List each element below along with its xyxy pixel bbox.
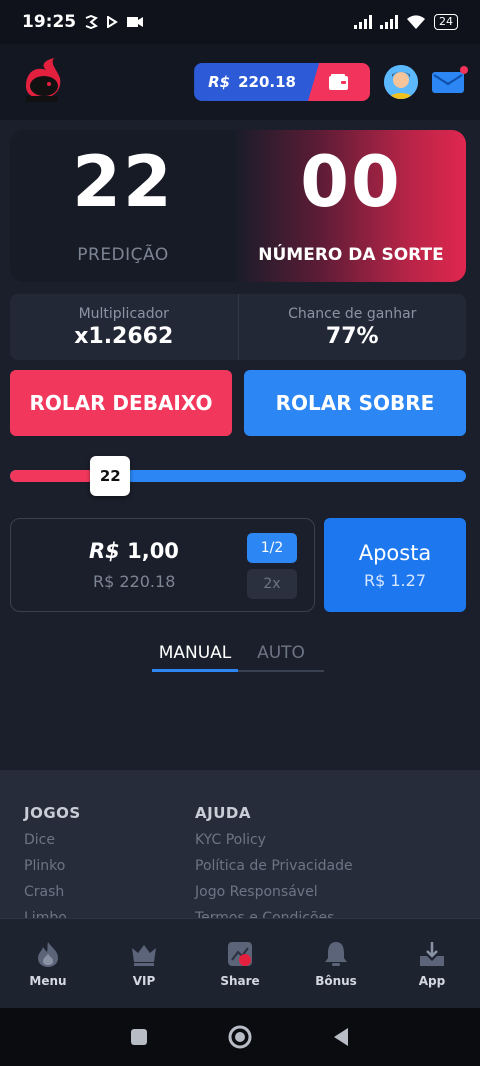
bell-icon: [325, 941, 347, 966]
flame-icon: [38, 941, 58, 967]
lucky-number-value: 00: [300, 141, 402, 223]
footer-link-limbo[interactable]: Limbo: [24, 910, 81, 918]
balance-amount: R$ 220.18: [194, 63, 326, 101]
notification-icon: [85, 15, 99, 29]
footer-link-kyc[interactable]: KYC Policy: [195, 832, 353, 848]
balance-widget[interactable]: R$ 220.18: [194, 63, 370, 101]
bet-amount-box[interactable]: R$ 1,00 R$ 220.18 1/2 2x: [10, 518, 315, 612]
nav-bonus-label: Bônus: [315, 973, 357, 988]
nav-share-label: Share: [220, 973, 260, 988]
back-icon[interactable]: [332, 1027, 350, 1047]
share-icon: [228, 941, 252, 966]
win-chance-value: 77%: [325, 323, 379, 349]
footer-link-plinko[interactable]: Plinko: [24, 858, 81, 874]
bet-amount[interactable]: R$ 1,00: [89, 539, 179, 563]
status-time: 19:25: [22, 12, 77, 32]
signal-icon: [354, 15, 372, 29]
prediction-panel: 22 PREDIÇÃO: [10, 130, 236, 282]
multiplier-stat: Multiplicador x1.2662: [10, 294, 238, 360]
avatar-icon: [384, 65, 418, 99]
slider-handle[interactable]: 22: [90, 456, 131, 496]
footer-link-dice[interactable]: Dice: [24, 832, 81, 848]
tab-manual[interactable]: MANUAL: [152, 640, 238, 672]
half-bet-button[interactable]: 1/2: [247, 533, 297, 563]
nav-menu-label: Menu: [29, 973, 67, 988]
mode-tabs: MANUAL AUTO: [152, 640, 324, 672]
footer-link-privacy[interactable]: Política de Privacidade: [195, 858, 353, 874]
balance-currency: R$: [208, 73, 231, 91]
play-icon: [107, 16, 119, 28]
nav-bonus[interactable]: Bônus: [288, 919, 384, 1008]
place-bet-button[interactable]: Aposta R$ 1.27: [324, 518, 466, 612]
unread-dot: [460, 66, 468, 74]
signal-icon: [380, 15, 398, 29]
double-bet-button[interactable]: 2x: [247, 569, 297, 599]
bet-balance: R$ 220.18: [93, 572, 176, 591]
battery-icon: 24: [434, 14, 458, 30]
footer-games-column: JOGOS Dice Plinko Crash Limbo: [24, 804, 81, 918]
multiplier-label: Multiplicador: [78, 305, 169, 322]
prediction-value: 22: [72, 141, 174, 223]
app-header: R$ 220.18: [0, 44, 480, 120]
multiplier-value: x1.2662: [74, 323, 174, 349]
crown-icon: [132, 944, 156, 966]
tab-auto[interactable]: AUTO: [238, 640, 324, 670]
win-chance-stat: Chance de ganhar 77%: [237, 294, 467, 360]
prediction-slider[interactable]: [10, 470, 466, 482]
footer-help-title: AJUDA: [195, 804, 251, 822]
place-bet-amount: R$ 1.27: [363, 570, 426, 590]
roll-under-button[interactable]: ROLAR DEBAIXO: [10, 370, 232, 436]
nav-vip[interactable]: VIP: [96, 919, 192, 1008]
footer-link-terms[interactable]: Termos e Condições: [195, 910, 353, 918]
nav-app-label: App: [418, 973, 446, 988]
bet-currency: R$: [89, 539, 120, 563]
balance-value: 220.18: [238, 73, 296, 91]
nav-share[interactable]: Share: [192, 919, 288, 1008]
footer-help-column: AJUDA KYC Policy Política de Privacidade…: [195, 804, 353, 918]
lucky-number-label: NÚMERO DA SORTE: [258, 245, 444, 265]
place-bet-label: Aposta: [358, 540, 432, 565]
dice-game: 22 PREDIÇÃO 00 NÚMERO DA SORTE Multiplic…: [0, 120, 480, 770]
system-nav-bar: [0, 1008, 480, 1066]
download-icon: [420, 941, 444, 966]
prediction-label: PREDIÇÃO: [77, 245, 169, 265]
bet-amount-value: 1,00: [127, 539, 179, 563]
mail-icon: [432, 72, 464, 93]
roll-over-button[interactable]: ROLAR SOBRE: [244, 370, 466, 436]
recents-icon[interactable]: [130, 1028, 148, 1046]
footer-link-crash[interactable]: Crash: [24, 884, 81, 900]
wallet-icon: [329, 74, 348, 90]
stats-panel: Multiplicador x1.2662 Chance de ganhar 7…: [10, 294, 466, 360]
site-footer: JOGOS Dice Plinko Crash Limbo AJUDA KYC …: [0, 770, 480, 918]
footer-link-responsible[interactable]: Jogo Responsável: [195, 884, 353, 900]
prediction-card: 22 PREDIÇÃO 00 NÚMERO DA SORTE: [10, 130, 466, 282]
brand-logo[interactable]: [16, 56, 68, 108]
nav-vip-label: VIP: [132, 973, 156, 988]
user-avatar[interactable]: [384, 65, 418, 99]
status-system-icons: 24: [354, 14, 458, 30]
nav-app[interactable]: App: [384, 919, 480, 1008]
status-bar: 19:25 24: [0, 0, 480, 44]
messages-button[interactable]: [432, 66, 468, 94]
video-icon: [127, 17, 144, 27]
home-icon[interactable]: [228, 1025, 252, 1049]
footer-games-title: JOGOS: [24, 804, 81, 822]
status-notification-icons: [84, 15, 144, 29]
win-chance-label: Chance de ganhar: [288, 305, 417, 322]
bottom-nav: Menu VIP Share Bônus App: [0, 918, 480, 1008]
nav-menu[interactable]: Menu: [0, 919, 96, 1008]
wifi-icon: [407, 15, 425, 29]
lucky-number-panel: 00 NÚMERO DA SORTE: [236, 130, 466, 282]
